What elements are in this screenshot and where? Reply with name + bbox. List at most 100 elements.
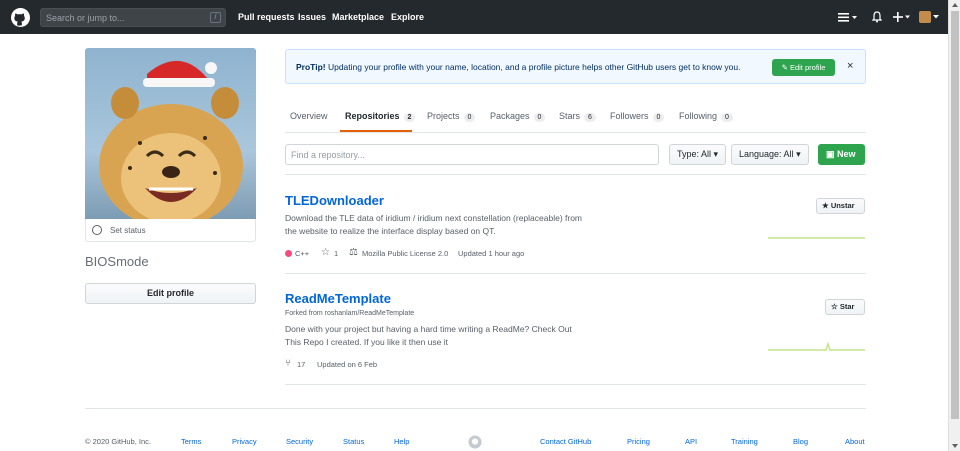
- protip-edit-label: Edit profile: [789, 63, 826, 72]
- scale-license-icon: ⚖: [349, 247, 358, 258]
- divider: [285, 273, 866, 274]
- chevron-down-icon: ▾: [796, 149, 801, 159]
- star-filled-icon: ★: [822, 201, 831, 210]
- avatar-caret-icon: [933, 15, 939, 19]
- protip-text: ProTip! Updating your profile with your …: [296, 62, 740, 72]
- top-header: Search or jump to... / Pull requests Iss…: [0, 0, 948, 34]
- repo-name-link[interactable]: ReadMeTemplate: [285, 291, 391, 306]
- forked-from-text[interactable]: Forked from roshanlam/ReadMeTemplate: [285, 310, 414, 317]
- tab-label: Stars: [559, 111, 581, 121]
- protip-edit-profile-button[interactable]: ✎ Edit profile: [772, 59, 835, 76]
- protip-banner: ProTip! Updating your profile with your …: [285, 49, 866, 84]
- unstar-button[interactable]: ★ Unstar: [816, 198, 865, 214]
- repo-desc-line: This Repo I created. If you like it then…: [285, 337, 448, 347]
- language-filter-select[interactable]: Language: All ▾: [731, 144, 809, 165]
- type-filter-select[interactable]: Type: All ▾: [669, 144, 726, 165]
- repo-updated: Updated 1 hour ago: [458, 249, 525, 258]
- unstar-label: Unstar: [830, 201, 855, 210]
- vertical-scrollbar[interactable]: [948, 0, 960, 451]
- scroll-up-arrow-icon[interactable]: [952, 3, 958, 7]
- profile-tabs: Overview Repositories 2 Projects 0 Package…: [285, 100, 866, 133]
- tab-count: 2: [403, 113, 416, 122]
- footer-link-api[interactable]: API: [685, 437, 697, 446]
- tab-label: Following: [679, 111, 718, 121]
- smiley-icon: [92, 225, 102, 235]
- tab-label: Projects: [427, 111, 460, 121]
- tab-count: 0: [463, 113, 476, 122]
- tab-stars[interactable]: Stars 6: [559, 111, 596, 122]
- tab-label: Repositories: [345, 111, 400, 121]
- tab-followers[interactable]: Followers 0: [610, 111, 665, 122]
- github-mark-icon[interactable]: [468, 435, 482, 449]
- cheetah-santa-hat-image: [99, 60, 243, 219]
- language-color-dot: [285, 250, 292, 257]
- github-logo-icon[interactable]: [11, 8, 30, 27]
- profile-avatar[interactable]: [85, 48, 256, 219]
- tab-label: Overview: [290, 111, 328, 121]
- tab-following[interactable]: Following 0: [679, 111, 733, 122]
- tab-projects[interactable]: Projects 0: [427, 111, 476, 122]
- footer-link-blog[interactable]: Blog: [793, 437, 808, 446]
- search-input[interactable]: Search or jump to... /: [40, 8, 226, 27]
- find-placeholder: Find a repository...: [291, 150, 365, 160]
- footer-link-privacy[interactable]: Privacy: [232, 437, 257, 446]
- footer-link-pricing[interactable]: Pricing: [627, 437, 650, 446]
- activity-sparkline: [768, 341, 865, 351]
- nav-explore[interactable]: Explore: [391, 12, 424, 22]
- tab-count: 0: [652, 113, 665, 122]
- repo-icon: ▣: [826, 149, 838, 159]
- close-icon[interactable]: ×: [847, 60, 853, 72]
- footer-link-help[interactable]: Help: [394, 437, 409, 446]
- hamburger-menu-icon[interactable]: [838, 13, 858, 22]
- bell-icon[interactable]: [872, 11, 882, 23]
- user-avatar-menu[interactable]: [919, 11, 931, 23]
- tab-count: 0: [533, 113, 546, 122]
- fork-icon: ⑂: [285, 358, 291, 369]
- chevron-down-icon: ▾: [713, 149, 719, 159]
- footer-link-terms[interactable]: Terms: [181, 437, 201, 446]
- tab-overview[interactable]: Overview: [290, 111, 328, 121]
- repo-description: Done with your project but having a hard…: [285, 323, 605, 349]
- tab-count: 0: [721, 113, 733, 122]
- plus-icon[interactable]: [893, 12, 911, 22]
- tab-repositories[interactable]: Repositories 2: [345, 111, 416, 122]
- repo-license: Mozilla Public License 2.0: [362, 249, 449, 258]
- footer-link-contact[interactable]: Contact GitHub: [540, 437, 591, 446]
- footer-link-about[interactable]: About: [845, 437, 865, 446]
- pencil-icon: ✎: [781, 63, 790, 72]
- tab-label: Followers: [610, 111, 649, 121]
- repo-updated: Updated on 6 Feb: [317, 360, 378, 369]
- nav-marketplace[interactable]: Marketplace: [332, 12, 384, 22]
- tab-label: Packages: [490, 111, 530, 121]
- protip-bold: ProTip!: [296, 62, 326, 72]
- slash-shortcut-hint: /: [210, 12, 221, 23]
- footer-link-status[interactable]: Status: [343, 437, 364, 446]
- footer-link-training[interactable]: Training: [731, 437, 758, 446]
- repo-desc-line: Done with your project but having a hard…: [285, 324, 572, 334]
- repo-forks-count[interactable]: 17: [297, 360, 305, 369]
- find-repository-input[interactable]: Find a repository...: [285, 144, 659, 165]
- divider: [285, 174, 866, 175]
- footer-divider: [85, 408, 866, 409]
- repo-name-link[interactable]: TLEDownloader: [285, 193, 384, 208]
- scrollbar-thumb[interactable]: [951, 11, 959, 419]
- star-button[interactable]: ☆ Star: [825, 299, 865, 315]
- new-repository-button[interactable]: ▣ New: [818, 144, 865, 165]
- star-label: Star: [839, 302, 855, 311]
- star-outline-icon: ☆: [831, 302, 840, 311]
- new-label: New: [837, 149, 856, 159]
- footer-copyright: © 2020 GitHub, Inc.: [85, 437, 151, 446]
- star-outline-icon: ☆: [321, 247, 330, 258]
- nav-issues[interactable]: Issues: [298, 12, 326, 22]
- edit-profile-button[interactable]: Edit profile: [85, 283, 256, 304]
- footer-link-security[interactable]: Security: [286, 437, 313, 446]
- repo-desc-line: the website to realize the interface dis…: [285, 226, 496, 236]
- language-filter-label: Language: All: [739, 149, 794, 159]
- nav-pull-requests[interactable]: Pull requests: [238, 12, 295, 22]
- repo-language: C++: [295, 249, 310, 258]
- repo-stars-count[interactable]: 1: [334, 249, 338, 258]
- tab-packages[interactable]: Packages 0: [490, 111, 546, 122]
- scroll-down-arrow-icon[interactable]: [952, 444, 958, 448]
- set-status-button[interactable]: Set status: [85, 219, 256, 242]
- profile-username: BIOSmode: [85, 254, 149, 269]
